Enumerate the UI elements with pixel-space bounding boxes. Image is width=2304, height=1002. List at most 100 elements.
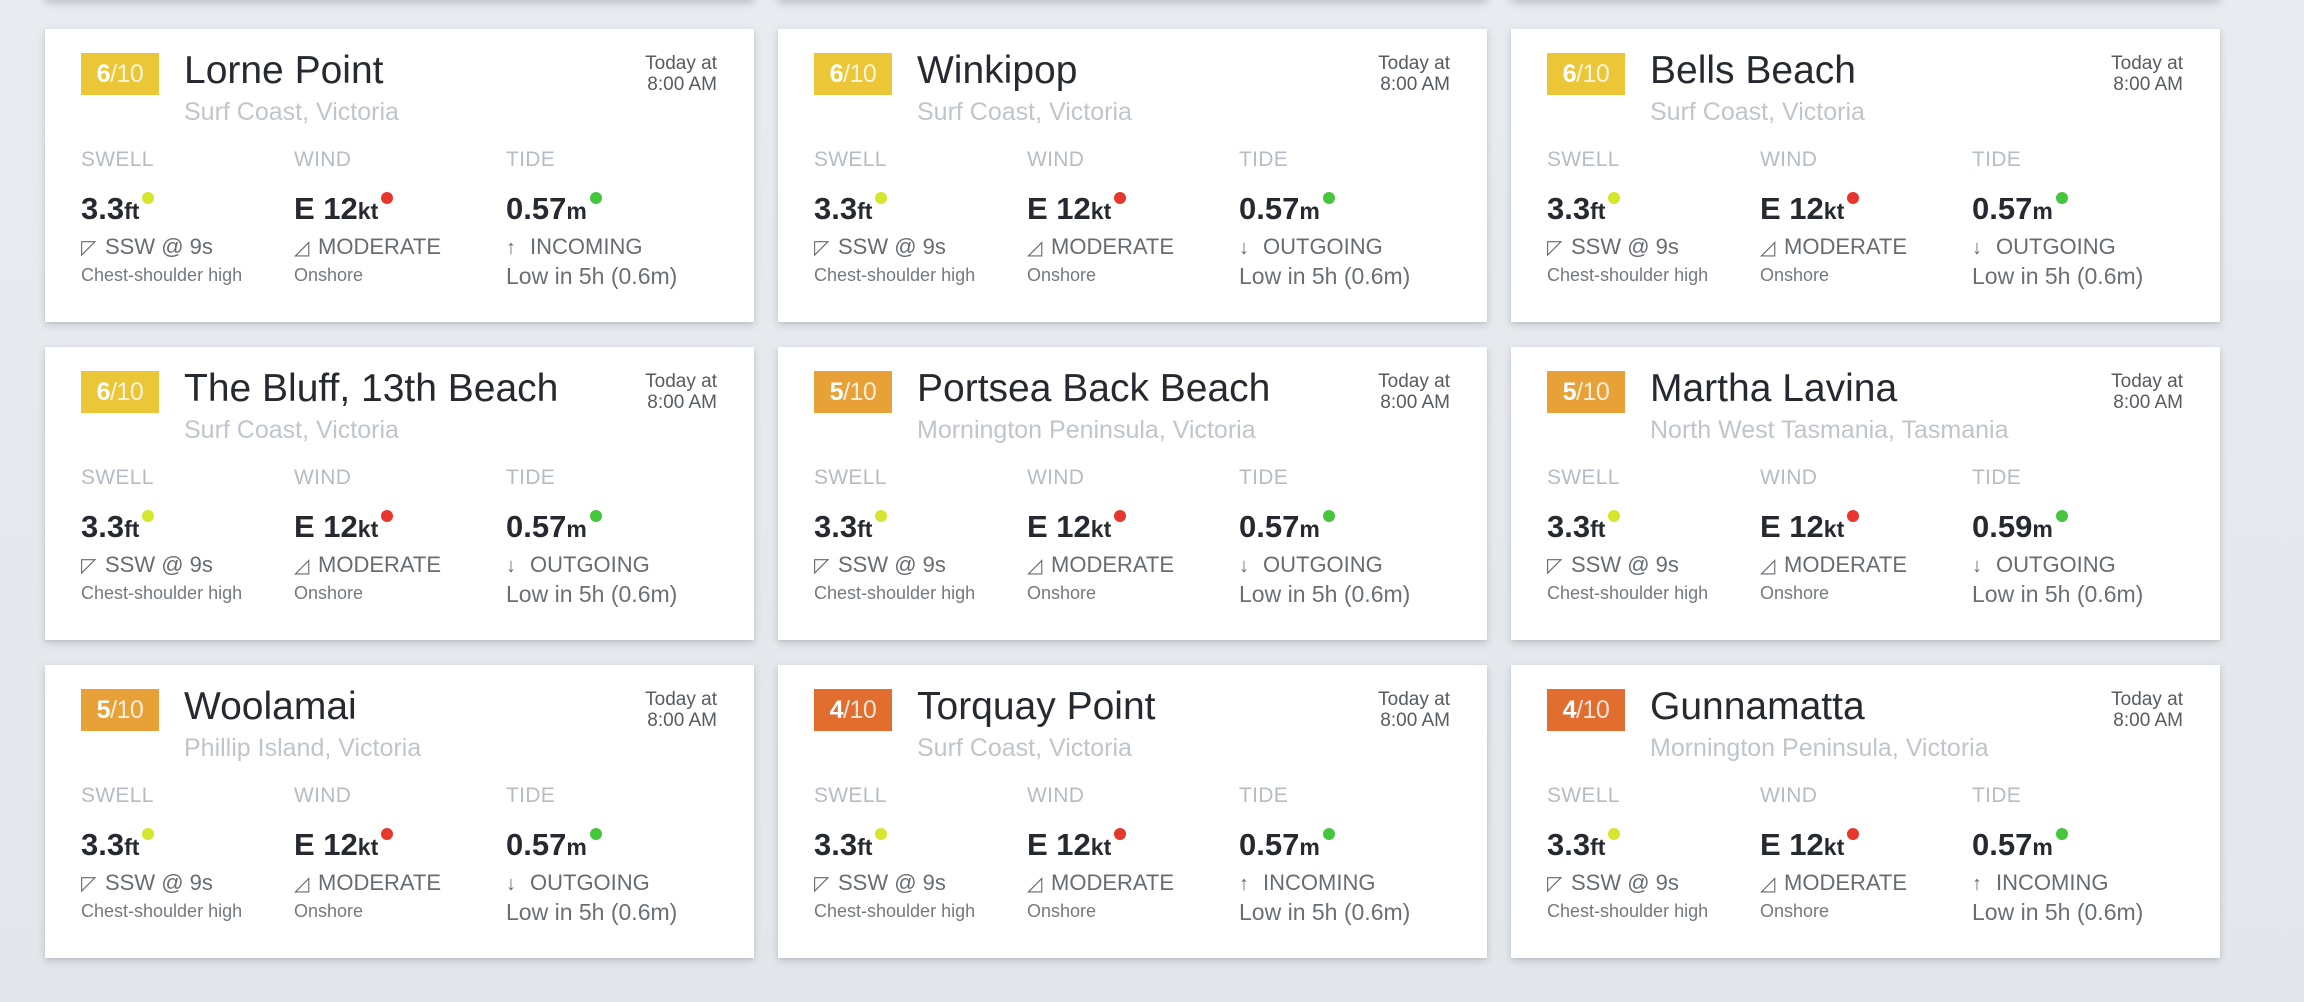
tide-arrow-icon: ↓	[1239, 555, 1249, 577]
forecast-time: Today at 8:00 AM	[2111, 53, 2183, 95]
tide-arrow-icon: ↑	[1972, 873, 1982, 895]
swell-description: Chest-shoulder high	[1547, 265, 1709, 285]
swell-direction: ◸ SSW @ 9s	[81, 551, 242, 580]
wind-value: E 12kt	[1027, 827, 1174, 863]
wind-value: E 12kt	[294, 509, 441, 545]
wind-speed: E 12	[294, 827, 358, 862]
forecast-day: Today at	[645, 689, 717, 710]
surf-spot-card[interactable]: 6/10 Winkipop Surf Coast, Victoria Today…	[778, 29, 1487, 322]
wind-value: E 12kt	[294, 191, 441, 227]
tide-value: 0.57m	[1239, 191, 1410, 227]
forecast-day: Today at	[1378, 53, 1450, 74]
tide-next: Low in 5h (0.6m)	[506, 263, 678, 289]
swell-value: 3.3ft	[81, 827, 242, 863]
forecast-day: Today at	[2111, 371, 2183, 392]
surf-spot-card[interactable]: 5/10 Woolamai Phillip Island, Victoria T…	[45, 665, 754, 958]
tide-state-text: OUTGOING	[530, 870, 650, 895]
spot-region: Surf Coast, Victoria	[184, 98, 399, 126]
swell-direction: ◸ SSW @ 9s	[814, 233, 975, 262]
tide-state-text: OUTGOING	[1996, 552, 2116, 577]
rating-score: 6	[96, 378, 111, 406]
swell-label: SWELL	[1547, 784, 1620, 807]
swell-direction-icon: ◸	[1547, 237, 1563, 259]
tide-column: TIDE 0.57m ↑ INCOMING Low in 5h (0.6m)	[1239, 784, 1410, 926]
surf-spot-card[interactable]: 5/10 Martha Lavina North West Tasmania, …	[1511, 347, 2220, 640]
forecast-hour: 8:00 AM	[1380, 710, 1450, 731]
swell-direction-icon: ◸	[81, 555, 97, 577]
wind-type: Onshore	[294, 901, 364, 921]
swell-quality-dot	[1608, 828, 1621, 840]
tide-next: Low in 5h (0.6m)	[506, 899, 678, 925]
swell-description: Chest-shoulder high	[81, 583, 243, 603]
surf-spot-card[interactable]: 4/10 Gunnamatta Mornington Peninsula, Vi…	[1511, 665, 2220, 958]
forecast-time: Today at 8:00 AM	[1378, 689, 1450, 731]
tide-next: Low in 5h (0.6m)	[506, 581, 678, 607]
wind-value: E 12kt	[1027, 191, 1174, 227]
spot-region: Phillip Island, Victoria	[184, 734, 422, 762]
swell-direction-text: SSW @ 9s	[105, 552, 213, 577]
tide-quality-dot	[589, 828, 602, 840]
wind-label: WIND	[294, 784, 352, 807]
forecast-time: Today at 8:00 AM	[645, 371, 717, 413]
swell-direction-icon: ◸	[814, 555, 830, 577]
tide-height: 0.57	[506, 191, 567, 226]
swell-height: 3.3	[1547, 827, 1591, 862]
forecast-day: Today at	[645, 371, 717, 392]
swell-description: Chest-shoulder high	[81, 901, 243, 921]
tide-value: 0.57m	[506, 191, 677, 227]
wind-strength: ◿ MODERATE	[1760, 551, 1907, 580]
swell-direction: ◸ SSW @ 9s	[1547, 551, 1708, 580]
swell-unit: ft	[124, 516, 140, 542]
swell-quality-dot	[1608, 192, 1621, 204]
tide-value: 0.57m	[1972, 827, 2143, 863]
swell-unit: ft	[1590, 198, 1606, 224]
tide-state-text: INCOMING	[530, 234, 643, 259]
wind-column: WIND E 12kt ◿ MODERATE Onshore	[1027, 148, 1174, 286]
spot-name: Portsea Back Beach	[917, 367, 1271, 410]
tide-label: TIDE	[506, 784, 556, 807]
surf-spot-card[interactable]: 6/10 The Bluff, 13th Beach Surf Coast, V…	[45, 347, 754, 640]
rating-badge: 5/10	[1547, 371, 1625, 413]
wind-unit: kt	[1823, 198, 1845, 224]
tide-state: ↓ OUTGOING	[1239, 233, 1410, 262]
rating-badge: 4/10	[1547, 689, 1625, 731]
swell-quality-dot	[875, 828, 888, 840]
rating-scale: /10	[110, 696, 144, 724]
wind-strength-text: MODERATE	[1784, 870, 1908, 895]
swell-value: 3.3ft	[1547, 827, 1708, 863]
tide-height: 0.57	[1972, 191, 2033, 226]
surf-spot-card[interactable]: 4/10 Torquay Point Surf Coast, Victoria …	[778, 665, 1487, 958]
swell-column: SWELL 3.3ft ◸ SSW @ 9s Chest-shoulder hig…	[814, 784, 975, 922]
rating-badge: 5/10	[81, 689, 159, 731]
wind-label: WIND	[294, 466, 352, 489]
surf-spot-card[interactable]: 6/10 Lorne Point Surf Coast, Victoria To…	[45, 29, 754, 322]
rating-score: 4	[1562, 696, 1577, 724]
tide-label: TIDE	[1239, 148, 1289, 171]
wind-strength: ◿ MODERATE	[294, 233, 441, 262]
surf-spot-grid: 6/10 Lorne Point Surf Coast, Victoria To…	[45, 29, 2220, 958]
spot-name: Bells Beach	[1650, 49, 1856, 92]
surf-spot-card[interactable]: 5/10 Portsea Back Beach Mornington Penin…	[778, 347, 1487, 640]
wind-strength-text: MODERATE	[318, 234, 442, 259]
rating-scale: /10	[110, 60, 144, 88]
tide-quality-dot	[2055, 510, 2068, 522]
wind-speed: E 12	[1760, 191, 1824, 226]
wind-label: WIND	[1027, 466, 1085, 489]
swell-unit: ft	[857, 516, 873, 542]
wind-column: WIND E 12kt ◿ MODERATE Onshore	[1027, 466, 1174, 604]
swell-column: SWELL 3.3ft ◸ SSW @ 9s Chest-shoulder hig…	[1547, 784, 1708, 922]
surf-spot-card[interactable]: 6/10 Bells Beach Surf Coast, Victoria To…	[1511, 29, 2220, 322]
tide-label: TIDE	[506, 148, 556, 171]
rating-scale: /10	[843, 60, 877, 88]
rating-scale: /10	[1576, 378, 1610, 406]
wind-strength: ◿ MODERATE	[1760, 869, 1907, 898]
spot-region: Surf Coast, Victoria	[917, 98, 1132, 126]
rating-badge: 6/10	[81, 53, 159, 95]
forecast-day: Today at	[1378, 371, 1450, 392]
tide-quality-dot	[589, 192, 602, 204]
swell-unit: ft	[124, 834, 140, 860]
tide-arrow-icon: ↓	[506, 555, 516, 577]
spot-name: The Bluff, 13th Beach	[184, 367, 559, 410]
spot-region: North West Tasmania, Tasmania	[1650, 416, 2009, 444]
wind-quality-dot	[381, 192, 394, 204]
